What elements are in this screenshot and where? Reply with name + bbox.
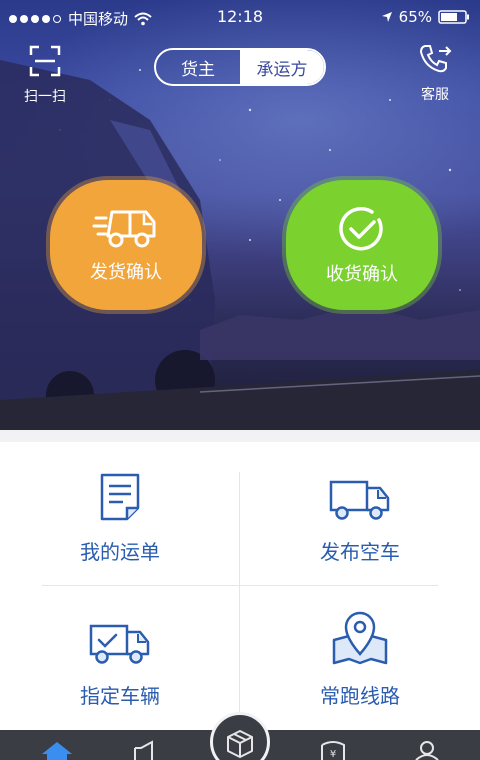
service-label: 客服: [421, 87, 449, 103]
tab-finance[interactable]: ¥: [318, 740, 348, 760]
document-icon: [100, 473, 140, 521]
publish-empty-truck-label: 发布空车: [320, 540, 400, 564]
tab-carrier[interactable]: 承运方: [240, 50, 324, 84]
publish-empty-truck-button[interactable]: 发布空车: [240, 442, 480, 586]
home-icon: [42, 742, 72, 760]
ship-confirm-button[interactable]: 发货确认: [50, 180, 202, 310]
battery-icon: [438, 10, 469, 24]
megaphone-icon: [134, 740, 153, 760]
scan-icon: [29, 45, 61, 77]
tab-home[interactable]: [40, 740, 74, 760]
function-grid: 我的运单 发布空车 指定车辆 常跑线路: [0, 442, 480, 730]
regular-route-button[interactable]: 常跑线路: [240, 586, 480, 730]
scan-label: 扫一扫: [24, 89, 66, 105]
receive-confirm-label: 收货确认: [326, 264, 398, 285]
assign-vehicle-label: 指定车辆: [80, 684, 160, 708]
ship-confirm-label: 发货确认: [90, 262, 162, 283]
assign-vehicle-button[interactable]: 指定车辆: [0, 586, 240, 730]
regular-route-label: 常跑线路: [320, 684, 400, 708]
package-icon: [227, 730, 253, 758]
role-switch[interactable]: 货主 承运方: [154, 48, 326, 86]
truck-check-icon: [89, 624, 150, 664]
delivery-truck-icon: [92, 210, 156, 248]
tab-notice[interactable]: [132, 740, 160, 760]
truck-icon: [329, 480, 390, 520]
tab-profile[interactable]: [414, 740, 440, 760]
battery-percent: 65%: [398, 8, 432, 26]
svg-text:¥: ¥: [330, 749, 336, 760]
my-waybill-label: 我的运单: [80, 540, 160, 564]
check-circle-icon: [339, 206, 383, 251]
map-pin-icon: [332, 611, 388, 665]
location-arrow-icon: [381, 12, 392, 22]
tab-shipper[interactable]: 货主: [156, 50, 240, 84]
finance-shield-icon: ¥: [321, 741, 345, 760]
phone-transfer-icon: [419, 45, 452, 73]
hero-banner: 中国移动 12:18 65% 扫一扫 货主 承运方 客服 发货确认 收货确认: [0, 0, 480, 430]
profile-icon: [415, 741, 439, 760]
status-bar: 中国移动 12:18 65%: [0, 0, 480, 34]
customer-service-button[interactable]: 客服: [408, 42, 462, 104]
scan-button[interactable]: 扫一扫: [18, 44, 72, 106]
receive-confirm-button[interactable]: 收货确认: [286, 180, 438, 310]
my-waybill-button[interactable]: 我的运单: [0, 442, 240, 586]
